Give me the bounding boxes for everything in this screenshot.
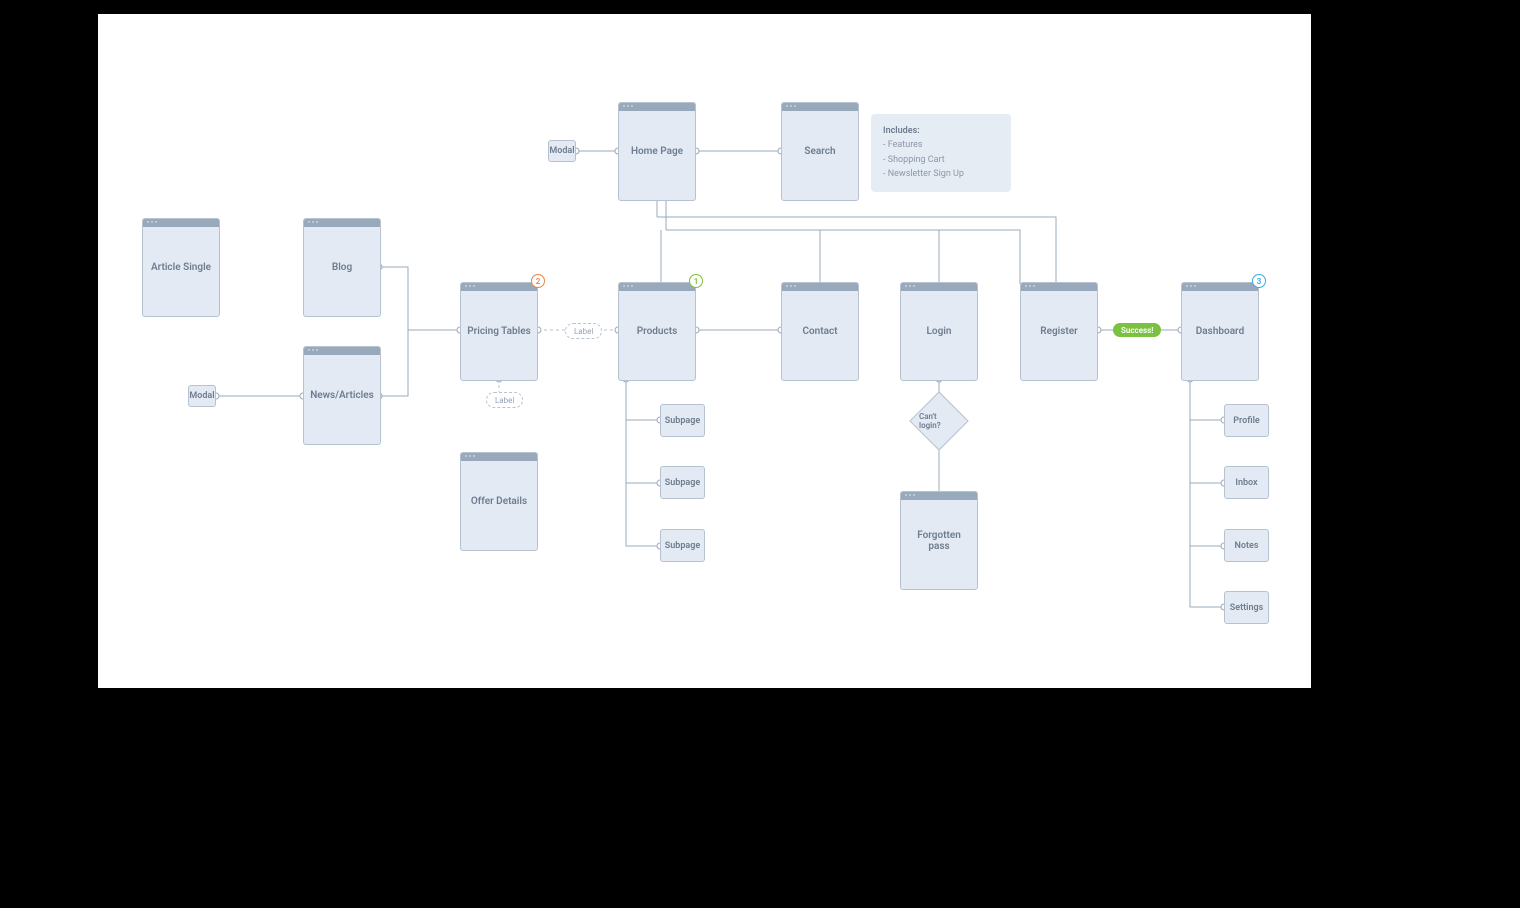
modal-label: Modal: [549, 146, 574, 156]
card-search[interactable]: Search: [781, 102, 859, 201]
card-register[interactable]: Register: [1020, 282, 1098, 381]
card-title: Contact: [796, 326, 843, 337]
card-title: Forgotten pass: [901, 530, 977, 552]
card-dashboard[interactable]: Dashboard: [1181, 282, 1259, 381]
card-news-articles[interactable]: News/Articles: [303, 346, 381, 445]
card-title: Products: [631, 326, 683, 337]
card-title: Offer Details: [465, 496, 533, 507]
card-products[interactable]: Products: [618, 282, 696, 381]
decision-label: Can't login?: [919, 412, 959, 430]
dashboard-sub-inbox[interactable]: Inbox: [1224, 466, 1269, 499]
card-login[interactable]: Login: [900, 282, 978, 381]
card-pricing[interactable]: Pricing Tables: [460, 282, 538, 381]
modal-node-left[interactable]: Modal: [188, 385, 216, 407]
card-article-single[interactable]: Article Single: [142, 218, 220, 317]
subpage-label: Subpage: [665, 541, 700, 551]
subpage-label: Settings: [1230, 603, 1264, 613]
note-item: - Shopping Cart: [883, 155, 945, 165]
annotation-note: Includes: - Features - Shopping Cart - N…: [871, 114, 1011, 192]
card-title: Blog: [326, 262, 358, 273]
dashboard-sub-notes[interactable]: Notes: [1224, 529, 1269, 562]
card-contact[interactable]: Contact: [781, 282, 859, 381]
badge-dashboard: 3: [1252, 274, 1266, 288]
card-title: News/Articles: [304, 390, 380, 401]
subpage-3[interactable]: Subpage: [660, 529, 705, 562]
subpage-label: Profile: [1233, 416, 1260, 426]
connector-layer: [98, 14, 1311, 688]
card-blog[interactable]: Blog: [303, 218, 381, 317]
card-title: Home Page: [625, 146, 689, 157]
card-title: Article Single: [145, 262, 217, 273]
dashboard-sub-profile[interactable]: Profile: [1224, 404, 1269, 437]
subpage-2[interactable]: Subpage: [660, 466, 705, 499]
badge-products: 1: [689, 274, 703, 288]
card-title: Dashboard: [1190, 326, 1250, 337]
canvas[interactable]: Modal Home Page Search Includes: - Featu…: [98, 14, 1311, 688]
card-offer-details[interactable]: Offer Details: [460, 452, 538, 551]
subpage-label: Subpage: [665, 478, 700, 488]
decision-cant-login[interactable]: Can't login?: [909, 391, 968, 450]
note-title: Includes:: [883, 126, 920, 136]
success-pill: Success!: [1113, 323, 1161, 337]
modal-node-top[interactable]: Modal: [548, 140, 576, 162]
card-title: Pricing Tables: [461, 326, 537, 337]
viewport: Modal Home Page Search Includes: - Featu…: [0, 0, 1520, 908]
subpage-label: Inbox: [1235, 478, 1257, 488]
sitemap-stage[interactable]: Modal Home Page Search Includes: - Featu…: [98, 14, 1311, 688]
modal-label: Modal: [189, 391, 214, 401]
card-title: Login: [921, 326, 958, 337]
dashboard-sub-settings[interactable]: Settings: [1224, 591, 1269, 624]
card-home[interactable]: Home Page: [618, 102, 696, 201]
card-forgotten-pass[interactable]: Forgotten pass: [900, 491, 978, 590]
note-item: - Features: [883, 140, 923, 150]
note-item: - Newsletter Sign Up: [883, 169, 964, 179]
label-pill-horizontal: Label: [565, 323, 602, 339]
card-title: Search: [798, 146, 841, 157]
subpage-label: Subpage: [665, 416, 700, 426]
subpage-1[interactable]: Subpage: [660, 404, 705, 437]
label-pill-vertical: Label: [486, 392, 523, 408]
badge-pricing: 2: [531, 274, 545, 288]
card-title: Register: [1034, 326, 1084, 337]
subpage-label: Notes: [1235, 541, 1259, 551]
